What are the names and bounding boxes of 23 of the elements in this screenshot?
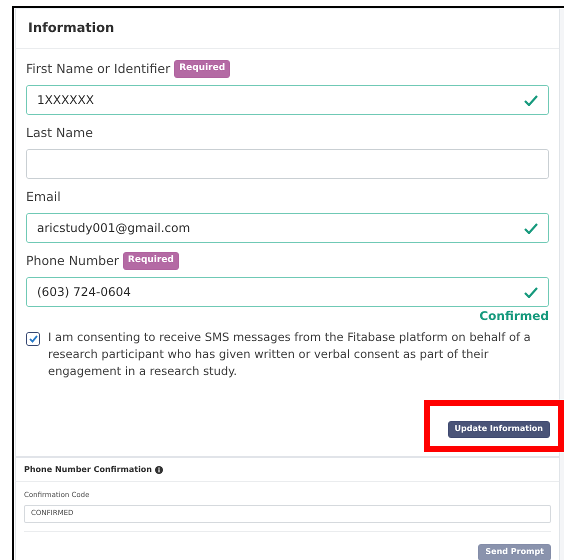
consent-text: I am consenting to receive SMS messages from the Fitabase platform on behalf of a research participant who has given written or verbal consent as part of their engagement in a research study.: [48, 329, 532, 380]
update-button[interactable]: Update Information: [448, 420, 550, 438]
input-field[interactable]: aricstudy001@gmail.com: [26, 213, 549, 243]
field-label: First Name or Identifier: [26, 60, 170, 78]
input-field[interactable]: (603) 724-0604: [26, 277, 549, 307]
field-label: Last Name: [26, 124, 93, 142]
input-field[interactable]: [26, 149, 549, 179]
input-field[interactable]: 1XXXXXX: [26, 85, 549, 115]
check-icon: [524, 94, 538, 106]
card-title: Information: [28, 20, 114, 38]
required-badge: Required: [174, 60, 230, 78]
field-label: Phone Number: [26, 252, 119, 270]
field-value: 1XXXXXX: [37, 92, 94, 109]
consent-checkbox[interactable]: [26, 332, 40, 346]
check-icon: [524, 222, 538, 234]
info-icon[interactable]: [155, 466, 163, 474]
check-icon: [524, 286, 538, 298]
required-badge: Required: [122, 252, 179, 270]
field-label: Email: [26, 188, 61, 206]
field-value: aricstudy001@gmail.com: [37, 220, 190, 237]
field-value: (603) 724-0604: [37, 284, 131, 301]
confirmed-status: Confirmed: [479, 308, 549, 325]
card-title: Phone Number Confirmation: [24, 464, 152, 476]
